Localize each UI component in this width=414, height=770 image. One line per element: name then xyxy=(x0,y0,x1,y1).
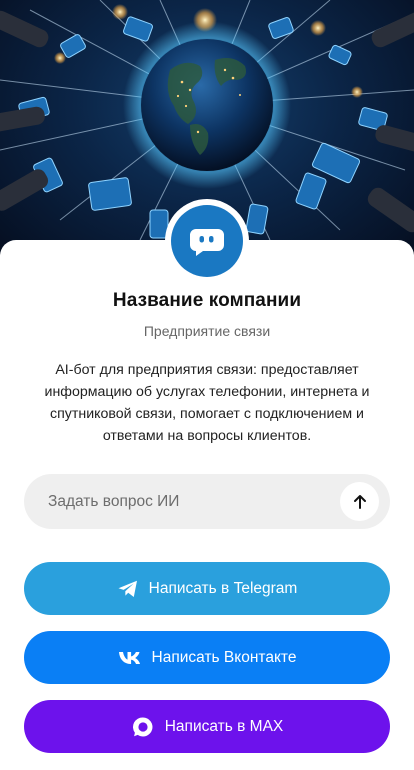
vk-icon xyxy=(118,651,142,665)
ask-ai-field xyxy=(24,474,390,529)
avatar-background xyxy=(171,205,243,277)
avatar xyxy=(165,199,249,283)
telegram-button[interactable]: Написать в Telegram xyxy=(24,562,390,615)
ask-ai-input[interactable] xyxy=(48,492,340,511)
company-category: Предприятие связи xyxy=(143,323,271,339)
vk-button[interactable]: Написать Вконтакте xyxy=(24,631,390,684)
max-button[interactable]: Написать в MAX xyxy=(24,700,390,753)
max-button-label: Написать в MAX xyxy=(164,717,284,735)
chat-bot-icon xyxy=(190,229,224,256)
company-description: AI-бот для предприятия связи: предоставл… xyxy=(44,362,370,444)
telegram-button-label: Написать в Telegram xyxy=(148,579,298,597)
max-icon xyxy=(131,715,155,739)
telegram-icon xyxy=(117,579,139,599)
arrow-up-icon xyxy=(353,494,366,509)
company-name: Название компании xyxy=(112,290,302,311)
vk-button-label: Написать Вконтакте xyxy=(151,648,297,666)
send-button[interactable] xyxy=(340,482,379,521)
